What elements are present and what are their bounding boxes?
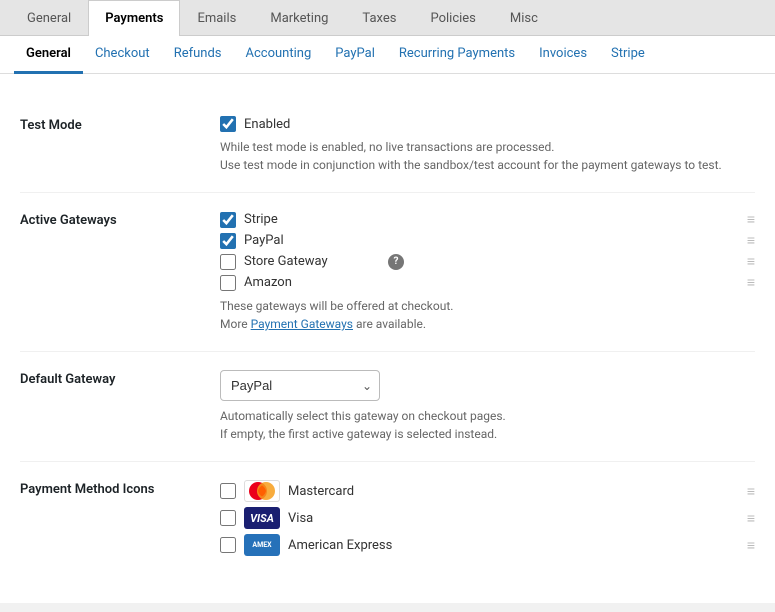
gateway-stripe-name: Stripe [244, 212, 384, 227]
top-tab-bar: General Payments Emails Marketing Taxes … [0, 0, 775, 36]
gateway-paypal-row: PayPal ≡ [220, 232, 755, 249]
amex-checkbox[interactable] [220, 537, 236, 553]
active-gateways-section: Active Gateways Stripe ≡ PayPal ≡ Store … [20, 193, 755, 352]
settings-content: Test Mode Enabled While test mode is ena… [0, 74, 775, 603]
sub-tab-bar: General Checkout Refunds Accounting PayP… [0, 36, 775, 74]
default-gateway-section: Default Gateway PayPal Stripe Store Gate… [20, 352, 755, 462]
visa-label: Visa [288, 511, 313, 526]
test-mode-label: Test Mode [20, 116, 220, 133]
visa-checkbox[interactable] [220, 510, 236, 526]
drag-handle-stripe[interactable]: ≡ [747, 211, 755, 228]
gateway-amazon-name: Amazon [244, 275, 384, 290]
gateway-store-help-icon[interactable]: ? [388, 254, 404, 270]
default-gateway-select[interactable]: PayPal Stripe Store Gateway Amazon [220, 370, 380, 401]
tab-policies[interactable]: Policies [413, 0, 492, 36]
test-mode-checkbox-row: Enabled [220, 116, 755, 132]
tab-taxes[interactable]: Taxes [345, 0, 413, 36]
default-gateway-description: Automatically select this gateway on che… [220, 407, 755, 443]
tab-emails[interactable]: Emails [180, 0, 253, 36]
subtab-general[interactable]: General [14, 36, 83, 74]
gateway-paypal-name: PayPal [244, 233, 384, 248]
tab-marketing[interactable]: Marketing [253, 0, 345, 36]
mastercard-label: Mastercard [288, 484, 354, 499]
test-mode-description: While test mode is enabled, no live tran… [220, 138, 755, 174]
payment-method-icons-value: Mastercard ≡ VISA Visa ≡ AMEX American E… [220, 480, 755, 561]
test-mode-section: Test Mode Enabled While test mode is ena… [20, 98, 755, 193]
test-mode-value: Enabled While test mode is enabled, no l… [220, 116, 755, 174]
amex-row: AMEX American Express ≡ [220, 534, 755, 556]
drag-handle-store[interactable]: ≡ [747, 253, 755, 270]
drag-handle-mastercard[interactable]: ≡ [747, 483, 755, 500]
mastercard-card-icon [244, 480, 280, 502]
active-gateways-label: Active Gateways [20, 211, 220, 228]
amex-card-icon: AMEX [244, 534, 280, 556]
gateway-store-name: Store Gateway [244, 254, 384, 269]
default-gateway-select-wrapper: PayPal Stripe Store Gateway Amazon ⌄ [220, 370, 380, 401]
gateway-amazon-row: Amazon ≡ [220, 274, 755, 291]
default-gateway-value: PayPal Stripe Store Gateway Amazon ⌄ Aut… [220, 370, 755, 443]
gateway-amazon-checkbox[interactable] [220, 275, 236, 291]
subtab-stripe[interactable]: Stripe [599, 36, 657, 74]
drag-handle-paypal[interactable]: ≡ [747, 232, 755, 249]
tab-misc[interactable]: Misc [493, 0, 555, 36]
visa-card-icon: VISA [244, 507, 280, 529]
active-gateways-description: These gateways will be offered at checko… [220, 297, 755, 333]
drag-handle-visa[interactable]: ≡ [747, 510, 755, 527]
gateway-stripe-checkbox[interactable] [220, 212, 236, 228]
gateway-stripe-row: Stripe ≡ [220, 211, 755, 228]
subtab-invoices[interactable]: Invoices [527, 36, 599, 74]
gateway-paypal-checkbox[interactable] [220, 233, 236, 249]
default-gateway-label: Default Gateway [20, 370, 220, 387]
subtab-accounting[interactable]: Accounting [234, 36, 324, 74]
mastercard-checkbox[interactable] [220, 483, 236, 499]
drag-handle-amazon[interactable]: ≡ [747, 274, 755, 291]
test-mode-checkbox-label: Enabled [244, 117, 290, 132]
drag-handle-amex[interactable]: ≡ [747, 537, 755, 554]
payment-gateways-link[interactable]: Payment Gateways [251, 317, 353, 331]
tab-payments[interactable]: Payments [88, 0, 180, 36]
visa-row: VISA Visa ≡ [220, 507, 755, 529]
subtab-checkout[interactable]: Checkout [83, 36, 162, 74]
gateway-store-checkbox[interactable] [220, 254, 236, 270]
gateway-store-row: Store Gateway ? ≡ [220, 253, 755, 270]
amex-label: American Express [288, 538, 392, 553]
subtab-refunds[interactable]: Refunds [162, 36, 234, 74]
mastercard-row: Mastercard ≡ [220, 480, 755, 502]
subtab-recurring-payments[interactable]: Recurring Payments [387, 36, 527, 74]
tab-general[interactable]: General [10, 0, 88, 36]
payment-method-icons-section: Payment Method Icons Mastercard ≡ VISA V… [20, 462, 755, 579]
payment-method-icons-label: Payment Method Icons [20, 480, 220, 497]
active-gateways-value: Stripe ≡ PayPal ≡ Store Gateway ? ≡ Amaz… [220, 211, 755, 333]
subtab-paypal[interactable]: PayPal [323, 36, 387, 74]
test-mode-checkbox[interactable] [220, 116, 236, 132]
